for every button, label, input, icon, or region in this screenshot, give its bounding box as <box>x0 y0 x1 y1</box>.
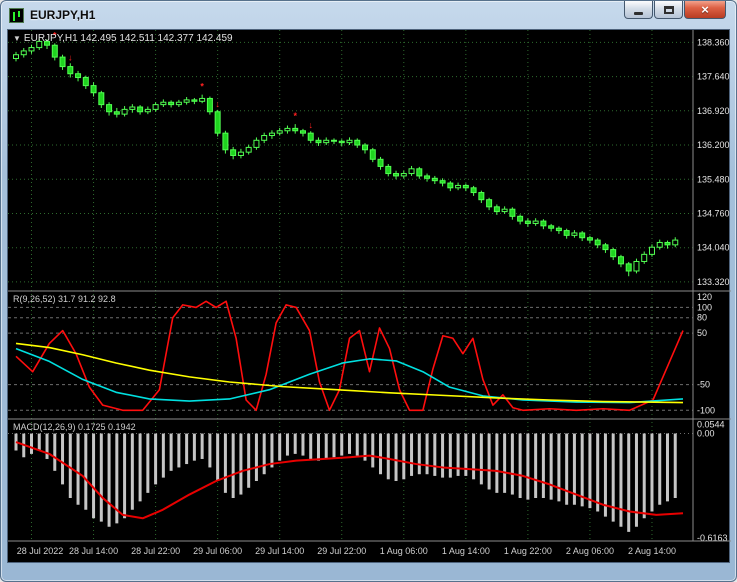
maximize-button[interactable] <box>654 1 683 19</box>
svg-text:*: * <box>53 30 57 40</box>
svg-text:0.00: 0.00 <box>697 429 715 439</box>
chart-window: EURJPY,H1 × * ↓ * ↓ * ↓ 28 Jul 2022 28 Jul 14:… <box>0 0 737 582</box>
svg-text:↓: ↓ <box>68 52 73 62</box>
close-icon: × <box>701 2 709 17</box>
window-title: EURJPY,H1 <box>30 8 96 22</box>
svg-text:136.920: 136.920 <box>697 106 730 116</box>
svg-text:100: 100 <box>697 302 712 312</box>
svg-text:137.640: 137.640 <box>697 72 730 82</box>
svg-text:*: * <box>200 82 204 92</box>
svg-text:136.200: 136.200 <box>697 140 730 150</box>
svg-text:29 Jul 14:00: 29 Jul 14:00 <box>255 546 304 556</box>
close-button[interactable]: × <box>684 1 726 19</box>
svg-text:133.320: 133.320 <box>697 277 730 287</box>
svg-text:120: 120 <box>697 292 712 302</box>
svg-text:28 Jul 14:00: 28 Jul 14:00 <box>69 546 118 556</box>
svg-text:135.480: 135.480 <box>697 174 730 184</box>
svg-text:2 Aug 06:00: 2 Aug 06:00 <box>566 546 614 556</box>
svg-text:-50: -50 <box>697 380 710 390</box>
svg-text:28 Jul 2022: 28 Jul 2022 <box>17 546 64 556</box>
svg-text:29 Jul 22:00: 29 Jul 22:00 <box>317 546 366 556</box>
svg-text:29 Jul 06:00: 29 Jul 06:00 <box>193 546 242 556</box>
oscillator-panel <box>8 300 693 412</box>
svg-text:138.360: 138.360 <box>697 37 730 47</box>
svg-text:↓: ↓ <box>308 120 313 130</box>
svg-text:80: 80 <box>697 313 707 323</box>
sell-signals-layer: * ↓ * ↓ * ↓ <box>53 30 313 130</box>
price-panel-candles <box>13 38 679 277</box>
svg-text:28 Jul 22:00: 28 Jul 22:00 <box>131 546 180 556</box>
svg-text:*: * <box>293 111 297 121</box>
svg-text:1 Aug 06:00: 1 Aug 06:00 <box>380 546 428 556</box>
svg-text:↓: ↓ <box>215 99 220 109</box>
svg-text:1 Aug 22:00: 1 Aug 22:00 <box>504 546 552 556</box>
macd-panel <box>8 433 693 532</box>
svg-text:134.040: 134.040 <box>697 243 730 253</box>
svg-text:50: 50 <box>697 328 707 338</box>
svg-text:2 Aug 14:00: 2 Aug 14:00 <box>628 546 676 556</box>
svg-text:-100: -100 <box>697 405 715 415</box>
chart-content: * ↓ * ↓ * ↓ 28 Jul 2022 28 Jul 14:00 28 Jul 22:… <box>7 29 731 564</box>
minimize-button[interactable] <box>624 1 653 19</box>
window-controls: × <box>624 1 728 19</box>
titlebar[interactable]: EURJPY,H1 × <box>7 1 730 29</box>
minimize-icon <box>634 11 643 15</box>
svg-text:1 Aug 14:00: 1 Aug 14:00 <box>442 546 490 556</box>
maximize-icon <box>663 5 674 14</box>
collapse-arrow-icon[interactable]: ▼ <box>13 34 21 43</box>
chart-canvas[interactable]: * ↓ * ↓ * ↓ 28 Jul 2022 28 Jul 14:00 28 Jul 22:… <box>8 30 731 564</box>
svg-text:134.760: 134.760 <box>697 208 730 218</box>
chart-icon <box>9 7 24 23</box>
